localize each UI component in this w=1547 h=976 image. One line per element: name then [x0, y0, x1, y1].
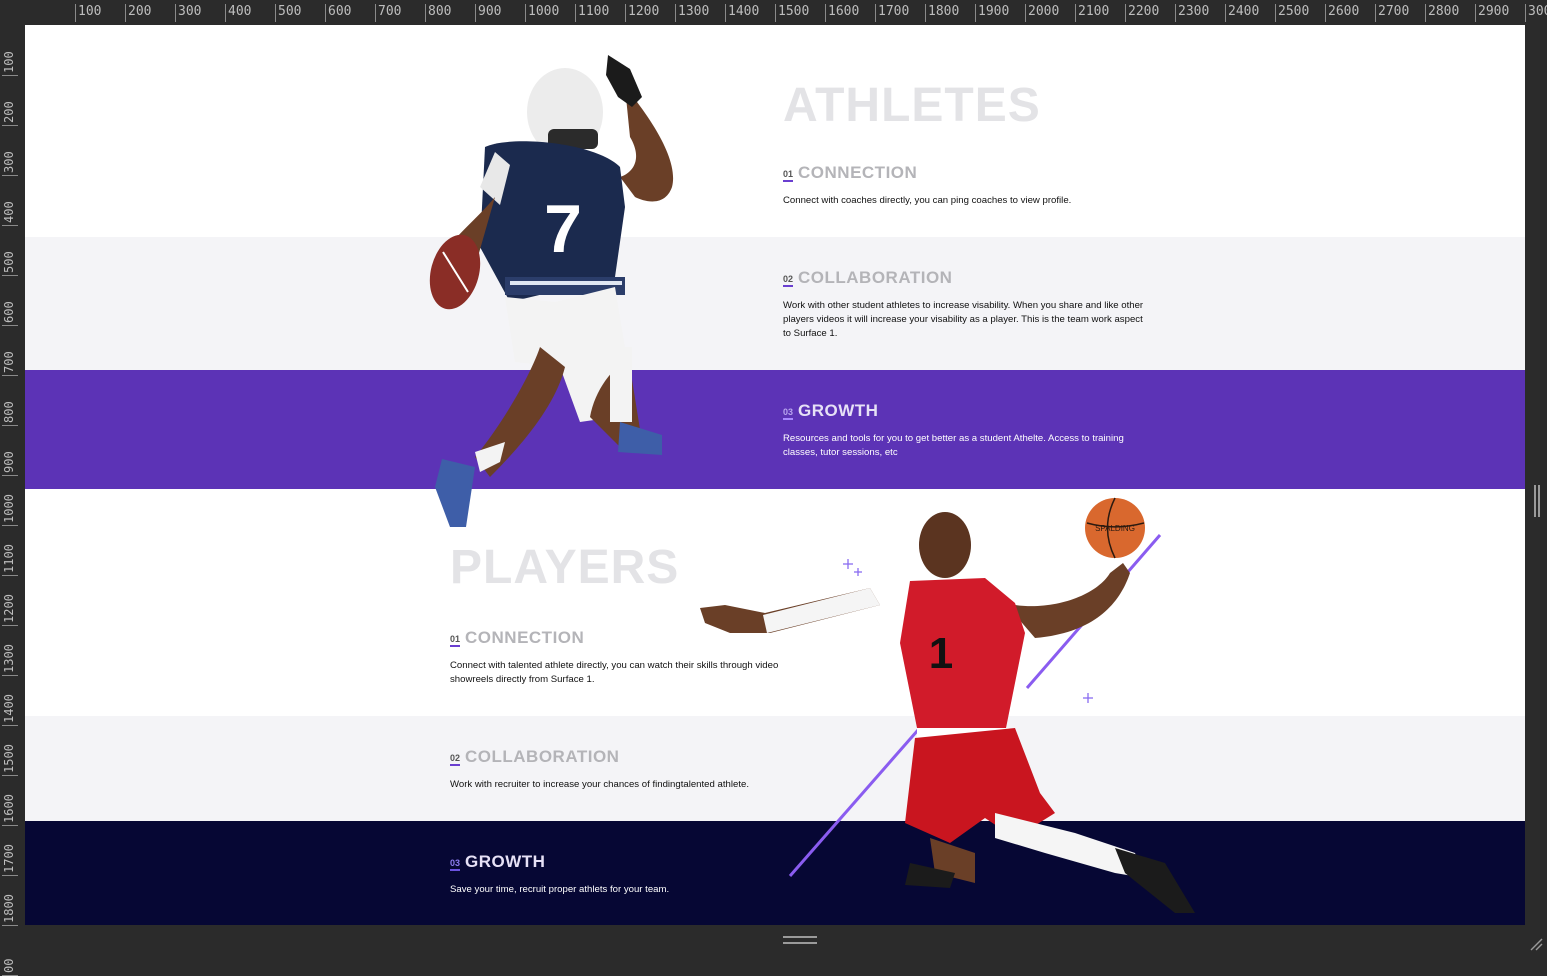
ruler-tick-label: 2300 — [1175, 4, 1209, 22]
bottom-bar — [25, 925, 1547, 955]
ruler-tick-label: 1800 — [925, 4, 959, 22]
item-title: GROWTH — [465, 852, 546, 871]
item-description: Connect with talented athlete directly, … — [450, 660, 779, 685]
vertical-ruler: 100 200 300 400 500 600 700 800 900 1000 1100 1200 1… — [0, 25, 26, 973]
ruler-tick-label: 1300 — [2, 644, 16, 673]
ruler-tick-label: 100 — [75, 4, 101, 22]
ruler-tick-label: 1000 — [525, 4, 559, 22]
ruler-tick-label: 600 — [2, 301, 16, 323]
players-title: PLAYERS — [450, 541, 680, 594]
ruler-tick-label: 500 — [2, 251, 16, 273]
page-canvas: 7 SPALDING 1 ATHLETES 01 CONNECTION Conn… — [25, 25, 1525, 925]
ruler-tick-label: 1900 — [975, 4, 1009, 22]
item-description: Work with other student athletes to incr… — [783, 300, 1144, 339]
ruler-tick-label: 2700 — [1375, 4, 1409, 22]
item-title: CONNECTION — [465, 628, 585, 647]
ruler-tick-label: 200 — [125, 4, 151, 22]
ruler-tick-label: 2200 — [1125, 4, 1159, 22]
item-number: 02 — [783, 274, 794, 287]
ruler-tick-label: 700 — [2, 351, 16, 373]
ruler-tick-label: 1700 — [2, 844, 16, 873]
ruler-tick-label: 1500 — [2, 744, 16, 773]
ruler-tick-label: 800 — [2, 401, 16, 423]
scrollbar-handle[interactable] — [1534, 485, 1540, 517]
athletes-item-connection: 01 CONNECTION Connect with coaches direct… — [783, 164, 1153, 208]
ruler-tick-label: 2000 — [1025, 4, 1059, 22]
ruler-tick-label: 400 — [2, 201, 16, 223]
ruler-tick-label: 2600 — [1325, 4, 1359, 22]
ruler-tick-label: 700 — [375, 4, 401, 22]
resize-corner-icon[interactable] — [1529, 937, 1543, 951]
jersey-number: 7 — [544, 191, 582, 267]
ruler-tick-label: 1700 — [875, 4, 909, 22]
ruler-tick-label: 1200 — [625, 4, 659, 22]
ruler-tick-label: 2400 — [1225, 4, 1259, 22]
ruler-tick-label: 1400 — [2, 694, 16, 723]
ruler-tick-label: 400 — [225, 4, 251, 22]
football-player-image: 7 — [429, 55, 674, 527]
item-title: GROWTH — [798, 401, 879, 420]
athletes-item-collaboration: 02 COLLABORATION Work with other student … — [783, 269, 1153, 341]
horizontal-ruler: 100 200 300 400 500 600 700 800 900 1000 1100 1200 1… — [0, 0, 1547, 26]
ruler-tick-label: 1600 — [825, 4, 859, 22]
ruler-tick-label: 800 — [425, 4, 451, 22]
item-description: Resources and tools for you to get bette… — [783, 433, 1124, 458]
resize-grip-icon[interactable] — [783, 936, 817, 944]
athletes-title: ATHLETES — [783, 79, 1041, 132]
ruler-tick-label: 300 — [2, 151, 16, 173]
item-number: 01 — [783, 169, 794, 182]
ruler-tick-label: 1500 — [775, 4, 809, 22]
ball-brand: SPALDING — [1095, 524, 1135, 533]
players-item-connection: 01 CONNECTION Connect with talented athle… — [450, 629, 820, 687]
ruler-tick-label: 1100 — [575, 4, 609, 22]
item-description: Connect with coaches directly, you can p… — [783, 195, 1072, 206]
players-item-growth: 03 GROWTH Save your time, recruit proper … — [450, 853, 820, 897]
ruler-tick-label: 2500 — [1275, 4, 1309, 22]
players-item-collaboration: 02 COLLABORATION Work with recruiter to i… — [450, 748, 820, 792]
ruler-tick-label: 1300 — [675, 4, 709, 22]
ruler-tick-label: 200 — [2, 101, 16, 123]
ruler-tick-label: 00 — [2, 958, 16, 973]
ruler-tick-label: 1000 — [2, 494, 16, 523]
ruler-tick-label: 2100 — [1075, 4, 1109, 22]
item-number: 01 — [450, 634, 461, 647]
ruler-tick-label: 900 — [2, 451, 16, 473]
ruler-tick-label: 300 — [175, 4, 201, 22]
item-number: 02 — [450, 753, 461, 766]
scrollbar-track[interactable] — [1525, 25, 1547, 925]
ruler-tick-label: 900 — [475, 4, 501, 22]
jersey-number-basketball: 1 — [929, 629, 953, 678]
ruler-tick-label: 100 — [2, 51, 16, 73]
ruler-tick-label: 600 — [325, 4, 351, 22]
basketball-player-image: SPALDING 1 — [700, 497, 1195, 913]
item-title: COLLABORATION — [465, 747, 620, 766]
ruler-tick-label: 1100 — [2, 544, 16, 573]
item-number: 03 — [450, 858, 461, 871]
ruler-tick-label: 1800 — [2, 894, 16, 923]
item-description: Save your time, recruit proper athlets f… — [450, 884, 670, 895]
ruler-tick-label: 1200 — [2, 594, 16, 623]
item-title: COLLABORATION — [798, 268, 953, 287]
ruler-tick-label: 2900 — [1475, 4, 1509, 22]
ruler-tick-label: 1600 — [2, 794, 16, 823]
item-number: 03 — [783, 407, 794, 420]
item-title: CONNECTION — [798, 163, 918, 182]
ruler-tick-label: 1400 — [725, 4, 759, 22]
ruler-tick-label: 300 — [1525, 4, 1547, 22]
ruler-tick-label: 500 — [275, 4, 301, 22]
athletes-item-growth: 03 GROWTH Resources and tools for you to … — [783, 402, 1153, 460]
ruler-tick-label: 2800 — [1425, 4, 1459, 22]
item-description: Work with recruiter to increase your cha… — [450, 779, 749, 790]
